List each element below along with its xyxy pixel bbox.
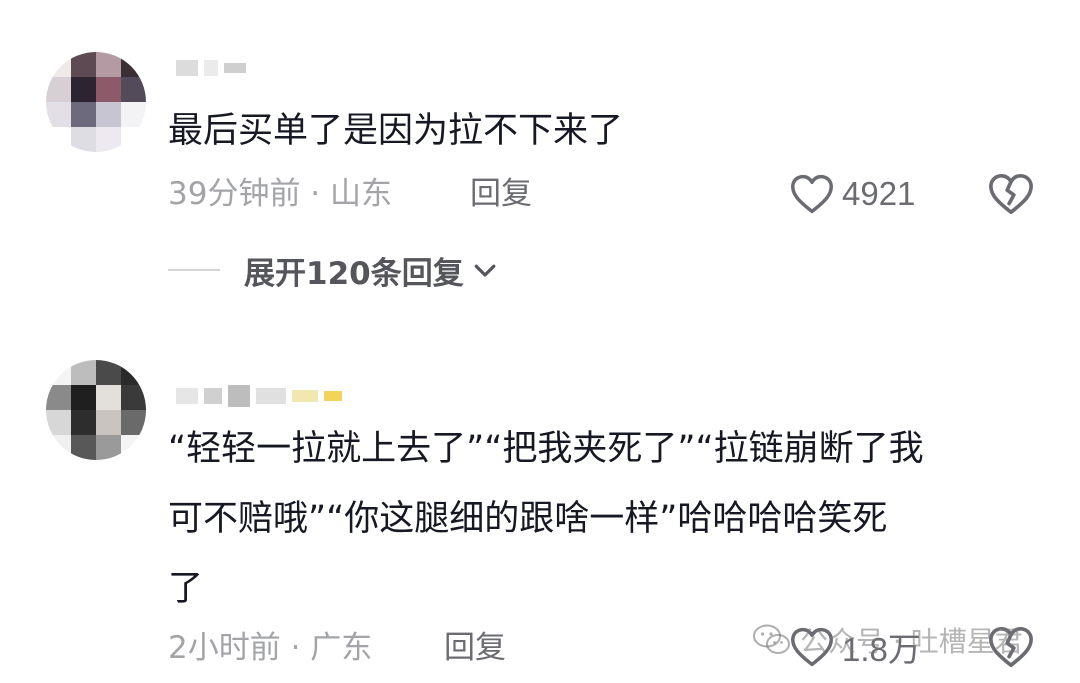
like-count: 4921 [842, 175, 916, 212]
chevron-down-icon [474, 264, 496, 277]
divider-line [168, 269, 220, 271]
like-button[interactable]: 4921 [790, 169, 915, 219]
like-button[interactable]: 1.8万 [790, 622, 921, 672]
comment-text: 最后买单了是因为拉不下来了 [168, 111, 624, 151]
expand-replies-label: 展开120条回复 [244, 255, 464, 292]
wechat-icon [753, 624, 790, 654]
nickname-blurred[interactable] [176, 54, 246, 82]
avatar[interactable] [46, 360, 146, 460]
broken-heart-icon[interactable] [988, 171, 1034, 217]
comment-text: “轻轻一拉就上去了”“把我夹死了”“拉链崩断了我 可不赔哦”“你这腿细的跟啥一样… [168, 429, 924, 609]
comment-list: 最后买单了是因为拉不下来了 39分钟前 · 山东 回复 4921 展开120条回… [0, 0, 1080, 683]
avatar[interactable] [46, 52, 146, 152]
broken-heart-icon[interactable] [988, 624, 1034, 670]
heart-outline-icon [791, 174, 833, 214]
comment-time-location: 39分钟前 · 山东 [168, 176, 393, 212]
like-count: 1.8万 [842, 631, 921, 668]
reply-button[interactable]: 回复 [470, 172, 532, 216]
comment-time-location: 2小时前 · 广东 [168, 630, 373, 666]
nickname-blurred[interactable] [176, 382, 342, 410]
expand-replies-button[interactable]: 展开120条回复 [168, 248, 500, 292]
reply-button[interactable]: 回复 [444, 626, 506, 670]
heart-outline-icon [791, 627, 833, 667]
